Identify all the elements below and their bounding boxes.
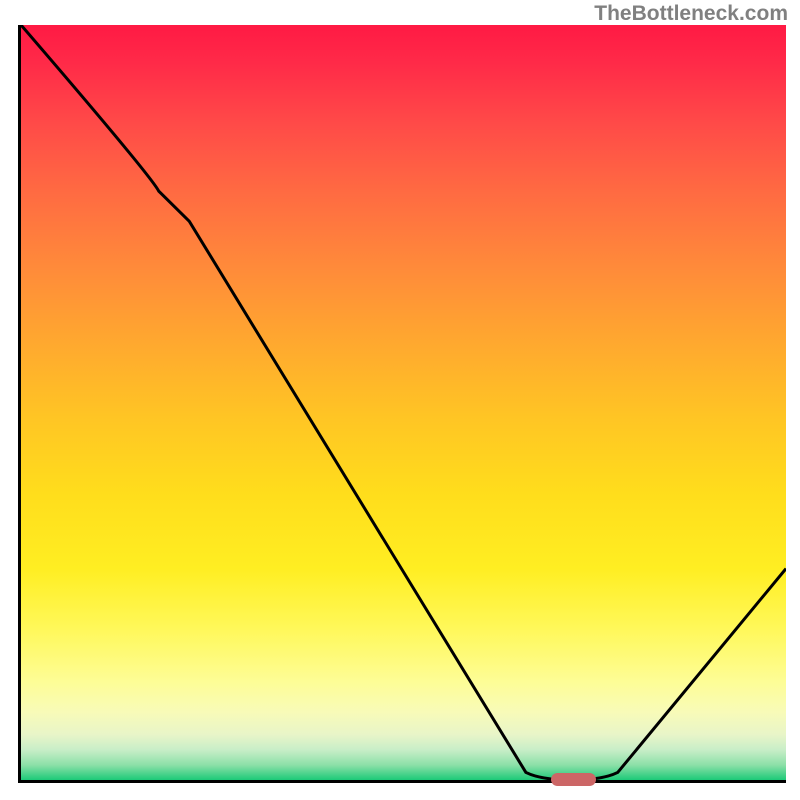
chart-plot-area: [18, 25, 786, 783]
optimal-range-marker: [551, 773, 596, 786]
watermark-text: TheBottleneck.com: [594, 2, 788, 26]
chart-curve-svg: [21, 25, 786, 780]
bottleneck-curve-line: [21, 25, 786, 780]
